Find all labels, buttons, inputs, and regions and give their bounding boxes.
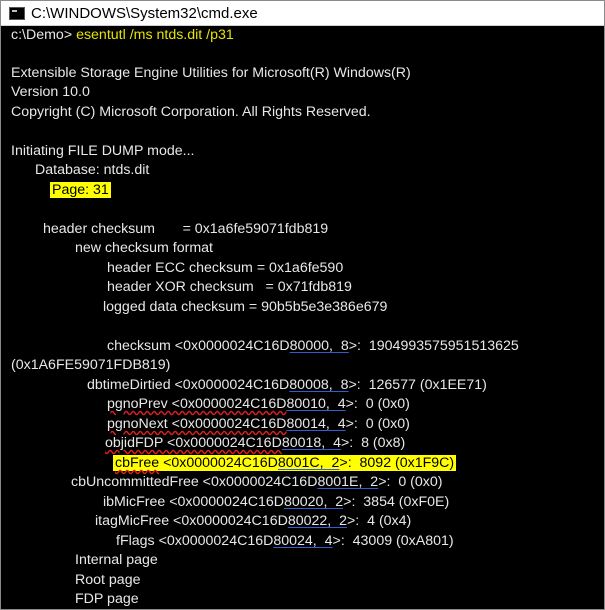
- console-icon: [9, 6, 25, 20]
- field-checksum-wrap: (0x1A6FE59071FDB819): [11, 357, 171, 373]
- title-bar[interactable]: C:\WINDOWS\System32\cmd.exe: [1, 1, 604, 26]
- banner-line-2: Version 10.0: [11, 84, 90, 100]
- page-type-fdp: FDP page: [75, 591, 139, 607]
- field-objidfdp: objidFDP <0x0000024C16D80018, 4>: 8 (0x8…: [105, 435, 406, 451]
- banner-line-1: Extensible Storage Engine Utilities for …: [11, 65, 411, 81]
- xor-line: header XOR checksum = 0x71fdb819: [107, 279, 352, 295]
- field-fflags: fFlags <0x0000024C16D80024, 4>: 43009 (0…: [116, 533, 454, 549]
- header-checksum-line: header checksum = 0x1a6fe59071fdb819: [43, 221, 329, 237]
- field-ibmicfree: ibMicFree <0x0000024C16D80020, 2>: 3854 …: [103, 494, 450, 510]
- field-dbtime: dbtimeDirtied <0x0000024C16D80008, 8>: 1…: [87, 377, 487, 393]
- database-line: Database: ntds.dit: [35, 162, 150, 178]
- prompt: c:\Demo>: [11, 27, 73, 43]
- page-type-root: Root page: [75, 572, 141, 588]
- banner-line-3: Copyright (C) Microsoft Corporation. All…: [11, 104, 371, 120]
- command-text: esentutl /ms ntds.dit /p31: [76, 27, 234, 43]
- window-title: C:\WINDOWS\System32\cmd.exe: [31, 4, 258, 22]
- field-itagmicfree: itagMicFree <0x0000024C16D80022, 2>: 4 (…: [95, 513, 412, 529]
- field-cbfree: cbFree <0x0000024C16D8001C, 2>: 8092 (0x…: [113, 455, 457, 471]
- logged-line: logged data checksum = 90b5b5e3e386e679: [103, 299, 388, 315]
- field-pgnoprev: pgnoPrev <0x0000024C16D80010, 4>: 0 (0x0…: [107, 396, 410, 412]
- field-checksum: checksum <0x0000024C16D80000, 8>: 190499…: [107, 338, 519, 354]
- command-line: c:\Demo> esentutl /ms ntds.dit /p31: [11, 26, 234, 46]
- mode-line: Initiating FILE DUMP mode...: [11, 143, 195, 159]
- page-type-internal: Internal page: [75, 552, 158, 568]
- page-highlight: Page: 31: [50, 182, 111, 198]
- field-cbuncommittedfree: cbUncommittedFree <0x0000024C16D8001E, 2…: [71, 474, 443, 490]
- cmd-window: C:\WINDOWS\System32\cmd.exe c:\Demo> ese…: [0, 0, 605, 610]
- ecc-line: header ECC checksum = 0x1a6fe590: [107, 260, 344, 276]
- new-format-line: new checksum format: [75, 240, 213, 256]
- page-line: Page: 31: [50, 181, 111, 201]
- field-pgnonext: pgnoNext <0x0000024C16D80014, 4>: 0 (0x0…: [107, 416, 410, 432]
